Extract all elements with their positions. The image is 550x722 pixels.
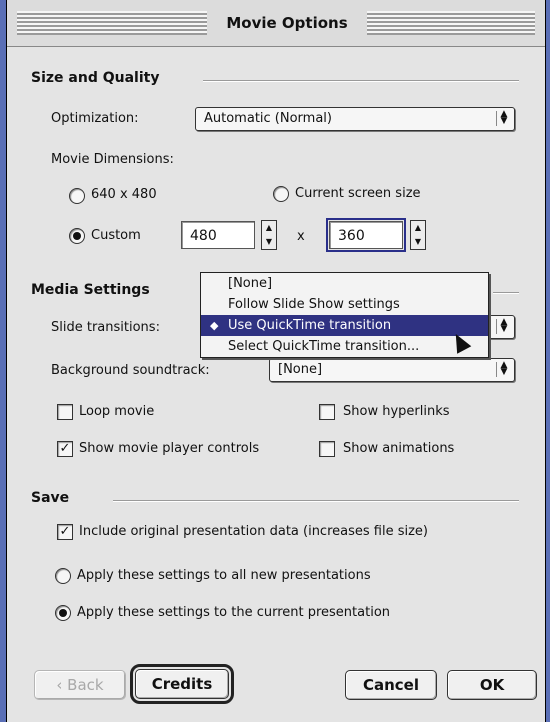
ok-button[interactable]: OK	[447, 670, 537, 700]
back-button[interactable]: ‹ Back	[34, 670, 126, 700]
cancel-button[interactable]: Cancel	[345, 670, 437, 700]
window-title: Movie Options	[207, 10, 367, 36]
section-header-save: Save	[31, 490, 70, 506]
show-animations-checkbox[interactable]	[319, 441, 335, 457]
movie-options-dialog: Movie Options Size and Quality Optimizat…	[6, 0, 546, 722]
height-stepper[interactable]: ▲ ▼	[410, 220, 426, 250]
optimization-popup[interactable]: Automatic (Normal) ▲ ▼	[195, 107, 515, 131]
menu-item-use-quicktime[interactable]: ◆ Use QuickTime transition	[201, 315, 488, 336]
menu-item-none[interactable]: [None]	[201, 273, 488, 294]
radio-custom-label: Custom	[91, 228, 141, 243]
radio-apply-current[interactable]	[55, 605, 71, 621]
width-stepper[interactable]: ▲ ▼	[261, 220, 277, 250]
menu-item-label: [None]	[228, 276, 273, 291]
bullet-mark-icon: ◆	[210, 319, 219, 332]
apply-current-label: Apply these settings to the current pres…	[77, 605, 391, 620]
loop-movie-checkbox[interactable]	[57, 404, 73, 420]
radio-640x480-label: 640 x 480	[91, 187, 157, 202]
include-data-checkbox[interactable]: ✓	[57, 524, 73, 540]
movie-dimensions-label: Movie Dimensions:	[51, 152, 174, 167]
section-divider	[113, 500, 519, 502]
background-soundtrack-label: Background soundtrack:	[51, 363, 210, 378]
section-divider	[493, 292, 519, 294]
height-field[interactable]: 360	[326, 218, 406, 252]
popup-arrows-icon: ▲ ▼	[496, 318, 511, 334]
apply-new-label: Apply these settings to all new presenta…	[77, 568, 371, 583]
menu-item-select-quicktime[interactable]: Select QuickTime transition...	[201, 336, 488, 357]
radio-custom[interactable]	[69, 228, 85, 244]
menu-item-label: Use QuickTime transition	[228, 318, 392, 333]
popup-arrows-icon: ▲ ▼	[496, 361, 511, 377]
show-controls-label: Show movie player controls	[79, 441, 260, 456]
section-header-size-quality: Size and Quality	[31, 70, 160, 86]
width-field[interactable]: 480	[181, 221, 255, 249]
section-divider	[203, 80, 519, 82]
radio-current-screen-label: Current screen size	[295, 186, 421, 201]
optimization-label: Optimization:	[51, 111, 139, 126]
optimization-value: Automatic (Normal)	[204, 111, 332, 126]
soundtrack-value: [None]	[278, 362, 323, 377]
show-controls-checkbox[interactable]: ✓	[57, 441, 73, 457]
background-soundtrack-popup[interactable]: [None] ▲ ▼	[269, 358, 515, 382]
menu-item-follow-slide-show[interactable]: Follow Slide Show settings	[201, 294, 488, 315]
popup-arrows-icon: ▲ ▼	[496, 110, 511, 126]
credits-button[interactable]: Credits	[130, 664, 234, 704]
title-bar[interactable]: Movie Options	[7, 0, 545, 47]
show-animations-label: Show animations	[343, 441, 455, 456]
menu-item-label: Select QuickTime transition...	[228, 339, 420, 354]
loop-movie-label: Loop movie	[79, 404, 155, 419]
include-data-label: Include original presentation data (incr…	[79, 524, 428, 539]
dimension-times-label: x	[297, 229, 305, 244]
radio-640x480[interactable]	[69, 188, 85, 204]
show-hyperlinks-label: Show hyperlinks	[343, 404, 450, 419]
show-hyperlinks-checkbox[interactable]	[319, 404, 335, 420]
radio-apply-new[interactable]	[55, 568, 71, 584]
section-header-media-settings: Media Settings	[31, 282, 150, 298]
slide-transitions-menu: [None] Follow Slide Show settings ◆ Use Q…	[200, 272, 489, 358]
radio-current-screen-size[interactable]	[273, 186, 289, 202]
menu-item-label: Follow Slide Show settings	[228, 297, 400, 312]
slide-transitions-label: Slide transitions:	[51, 320, 160, 335]
